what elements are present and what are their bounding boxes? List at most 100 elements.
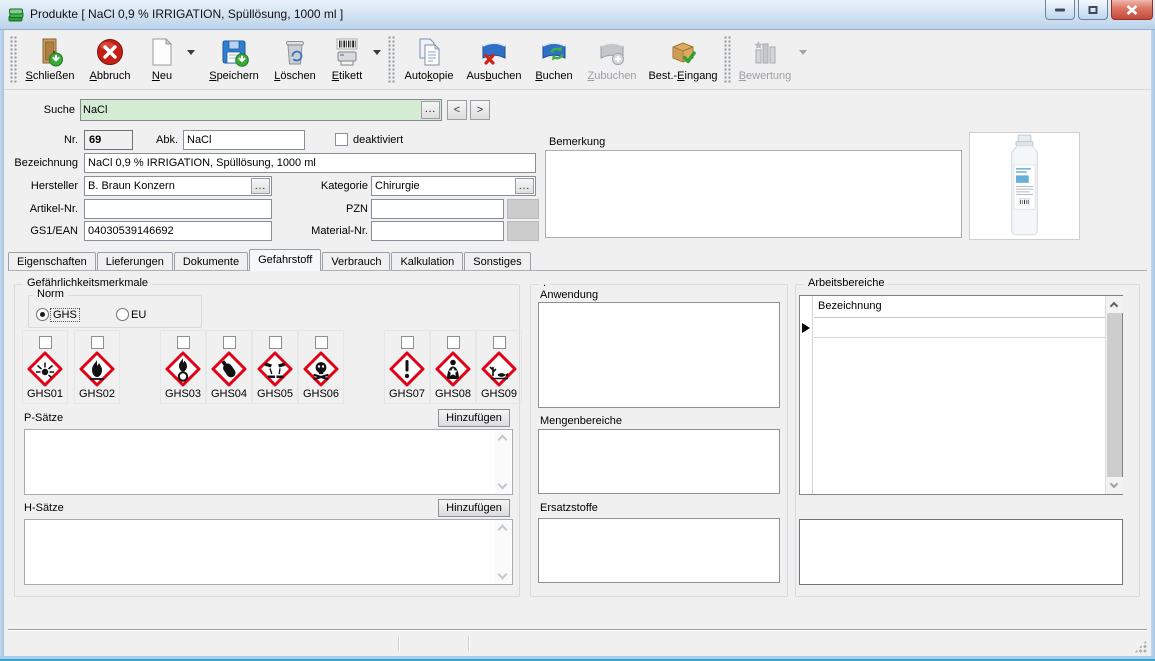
cancel-icon xyxy=(94,36,126,68)
scroll-up-icon[interactable] xyxy=(498,525,508,535)
tab-verbrauch[interactable]: Verbrauch xyxy=(322,252,390,271)
scroll-up-icon[interactable] xyxy=(498,435,508,445)
kategorie-field[interactable]: Chirurgie ... xyxy=(371,176,536,196)
ghs06-checkbox[interactable] xyxy=(315,336,328,349)
toolbar-grip[interactable] xyxy=(388,36,395,84)
ghs03-cell: GHS03 xyxy=(160,330,206,404)
grid-vertical-scrollbar[interactable] xyxy=(1105,296,1122,494)
tab-kalkulation[interactable]: Kalkulation xyxy=(391,252,463,271)
buchen-button[interactable]: Buchen xyxy=(527,34,581,86)
ausbuchen-button[interactable]: Ausbuchen xyxy=(461,34,527,86)
ghs09-checkbox[interactable] xyxy=(493,336,506,349)
rating-chart-icon xyxy=(749,36,781,68)
scroll-down-button[interactable] xyxy=(1106,477,1123,494)
hersteller-browse-button[interactable]: ... xyxy=(251,178,270,194)
autokopie-button[interactable]: Autokopie xyxy=(397,34,461,86)
material-nr-action-button[interactable] xyxy=(507,221,539,241)
search-input[interactable] xyxy=(83,101,418,119)
arbeitsbereiche-detail-box[interactable] xyxy=(799,519,1123,585)
p-saetze-list[interactable] xyxy=(24,429,513,495)
etikett-button[interactable]: Etikett xyxy=(323,34,371,86)
bewertung-dropdown-arrow[interactable] xyxy=(799,50,807,55)
neu-button[interactable]: Neu xyxy=(139,34,185,86)
scroll-down-icon[interactable] xyxy=(498,480,508,490)
main-toolbar: Schließen Abbruch Neu xyxy=(4,31,1151,90)
h-saetze-scrollbar[interactable] xyxy=(495,521,511,583)
kategorie-label: Kategorie xyxy=(280,180,368,192)
arbeitsbereiche-grid[interactable]: Bezeichnung xyxy=(799,295,1123,495)
bewertung-button[interactable]: Bewertung xyxy=(733,34,797,86)
record-prev-button[interactable]: < xyxy=(447,100,467,120)
hersteller-label: Hersteller xyxy=(0,180,78,192)
schliessen-button[interactable]: Schließen xyxy=(19,34,81,86)
tab-strip: Eigenschaften Lieferungen Dokumente Gefa… xyxy=(8,249,532,271)
anwendung-textarea[interactable] xyxy=(538,302,780,408)
artikel-nr-input[interactable] xyxy=(84,199,272,219)
exploding-bomb-pictogram xyxy=(26,350,64,388)
tab-gefahrstoff[interactable]: Gefahrstoff xyxy=(249,249,321,271)
new-document-icon xyxy=(146,36,178,68)
ghs07-checkbox[interactable] xyxy=(401,336,414,349)
ghs05-checkbox[interactable] xyxy=(269,336,282,349)
tab-eigenschaften[interactable]: Eigenschaften xyxy=(8,252,96,271)
mengenbereiche-label: Mengenbereiche xyxy=(540,415,622,427)
tab-sonstiges[interactable]: Sonstiges xyxy=(464,252,530,271)
restore-button[interactable] xyxy=(1078,0,1108,20)
norm-ghs-radio[interactable] xyxy=(36,308,49,321)
mengenbereiche-textarea[interactable] xyxy=(538,429,780,494)
toolbar-grip[interactable] xyxy=(724,36,731,84)
hersteller-field[interactable]: B. Braun Konzern ... xyxy=(84,176,272,196)
gs1-ean-input[interactable] xyxy=(84,221,272,241)
etikett-dropdown-arrow[interactable] xyxy=(373,50,381,55)
ghs06-cell: GHS06 xyxy=(298,330,344,404)
abbruch-button[interactable]: Abbruch xyxy=(81,34,139,86)
material-nr-input[interactable] xyxy=(371,221,504,241)
neu-dropdown-arrow[interactable] xyxy=(187,50,195,55)
abk-input[interactable] xyxy=(183,130,305,150)
nr-label: Nr. xyxy=(0,134,78,146)
loeschen-button[interactable]: Löschen xyxy=(267,34,323,86)
kategorie-browse-button[interactable]: ... xyxy=(515,178,534,194)
scroll-down-icon[interactable] xyxy=(498,570,508,580)
ersatzstoffe-textarea[interactable] xyxy=(538,518,780,583)
app-icon xyxy=(8,7,24,23)
norm-eu-label[interactable]: EU xyxy=(131,309,146,321)
bezeichnung-input[interactable] xyxy=(84,153,536,173)
h-saetze-add-button[interactable]: Hinzufügen xyxy=(438,499,510,517)
resize-grip[interactable] xyxy=(1134,640,1147,653)
scrollbar-thumb[interactable] xyxy=(1107,313,1122,478)
speichern-button[interactable]: Speichern xyxy=(201,34,267,86)
record-next-button[interactable]: > xyxy=(470,100,490,120)
close-button[interactable] xyxy=(1111,0,1153,20)
toolbar-grip[interactable] xyxy=(10,36,17,84)
ghs01-cell: GHS01 xyxy=(22,330,68,404)
grid-column-header-bezeichnung[interactable]: Bezeichnung xyxy=(814,296,1105,318)
tab-dokumente[interactable]: Dokumente xyxy=(174,252,248,271)
pzn-action-button[interactable] xyxy=(507,199,539,219)
ghs04-checkbox[interactable] xyxy=(223,336,236,349)
norm-eu-radio[interactable] xyxy=(116,308,129,321)
deaktiviert-checkbox[interactable] xyxy=(335,133,348,146)
grid-new-row[interactable] xyxy=(814,318,1105,338)
ghs05-cell: GHS05 xyxy=(252,330,298,404)
ghs02-checkbox[interactable] xyxy=(91,336,104,349)
best-eingang-button[interactable]: Best.-Eingang xyxy=(643,34,723,86)
ghs08-label: GHS08 xyxy=(435,388,471,400)
bemerkung-textarea[interactable] xyxy=(545,150,962,238)
h-saetze-list[interactable] xyxy=(24,519,513,585)
p-saetze-scrollbar[interactable] xyxy=(495,431,511,493)
p-saetze-add-button[interactable]: Hinzufügen xyxy=(438,409,510,427)
norm-ghs-label[interactable]: GHS xyxy=(51,309,79,321)
ghs01-checkbox[interactable] xyxy=(39,336,52,349)
search-browse-button[interactable]: ... xyxy=(421,101,440,119)
minimize-button[interactable] xyxy=(1045,0,1075,20)
ghs03-checkbox[interactable] xyxy=(177,336,190,349)
pzn-input[interactable] xyxy=(371,199,504,219)
scroll-up-button[interactable] xyxy=(1106,296,1123,313)
ghs08-cell: GHS08 xyxy=(430,330,476,404)
minimize-icon xyxy=(1055,8,1065,11)
hersteller-value: B. Braun Konzern xyxy=(88,180,175,192)
zubuchen-button[interactable]: Zubuchen xyxy=(581,34,643,86)
tab-lieferungen[interactable]: Lieferungen xyxy=(97,252,173,271)
ghs08-checkbox[interactable] xyxy=(447,336,460,349)
